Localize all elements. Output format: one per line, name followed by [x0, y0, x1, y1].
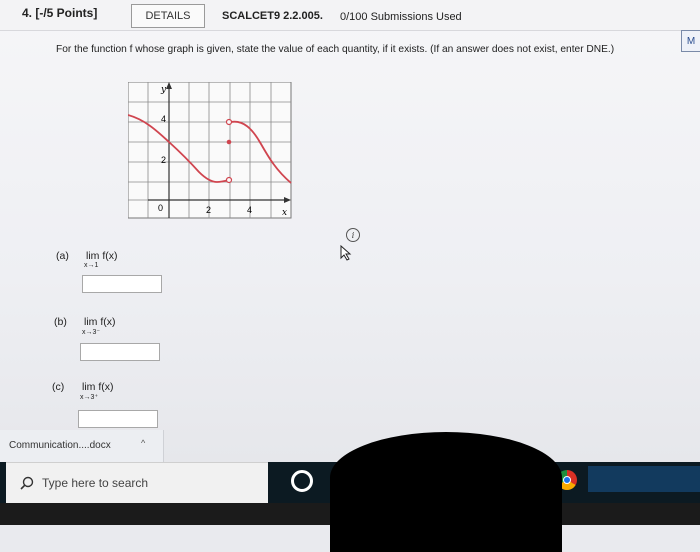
open-point-upper: [225, 118, 233, 126]
part-b-label: (b): [54, 316, 67, 328]
part-b-limit: lim f(x): [84, 316, 116, 328]
x-axis-label: x: [282, 208, 287, 218]
part-b-subscript: x→3⁻: [82, 329, 101, 336]
answer-input-a[interactable]: [82, 275, 162, 293]
filled-point: [226, 139, 232, 145]
finger-obstruction: [330, 432, 562, 552]
taskbar-search[interactable]: Type here to search: [6, 462, 268, 503]
y-tick-4: 4: [161, 114, 166, 124]
part-c-subscript: x→3⁺: [80, 394, 99, 401]
part-c: (c) lim f(x) x→3⁺: [52, 381, 172, 401]
download-file-name: Communication....docx: [9, 440, 111, 451]
x-tick-4: 4: [247, 205, 252, 215]
open-point-lower: [225, 176, 233, 184]
part-a-subscript: x→1: [84, 262, 99, 269]
origin-label: 0: [158, 203, 163, 213]
search-placeholder: Type here to search: [42, 476, 149, 490]
part-a: (a) lim f(x) x→1: [56, 250, 176, 270]
question-header: 4. [-/5 Points] DETAILS SCALCET9 2.2.005…: [0, 0, 700, 31]
taskbar-pinned-area: [588, 466, 700, 492]
details-button[interactable]: DETAILS: [131, 4, 205, 28]
side-menu-button[interactable]: M: [681, 30, 700, 52]
cortana-icon[interactable]: [291, 470, 313, 492]
part-a-limit: lim f(x): [86, 250, 118, 262]
course-code: SCALCET9 2.2.005.: [222, 10, 323, 22]
chevron-up-icon[interactable]: ^: [141, 438, 145, 448]
download-bar-item[interactable]: Communication....docx ^: [0, 430, 164, 462]
x-tick-2: 2: [206, 205, 211, 215]
part-c-label: (c): [52, 381, 65, 393]
part-a-label: (a): [56, 250, 69, 262]
part-b: (b) lim f(x) x→3⁻: [54, 316, 174, 336]
mouse-cursor-icon: [340, 245, 352, 261]
y-axis-label: y: [160, 85, 167, 95]
question-number: 4. [-/5 Points]: [22, 6, 98, 20]
browser-page: 4. [-/5 Points] DETAILS SCALCET9 2.2.005…: [0, 0, 700, 462]
answer-input-c[interactable]: [78, 410, 158, 428]
part-c-limit: lim f(x): [82, 381, 114, 393]
info-icon[interactable]: i: [346, 228, 360, 242]
answer-input-b[interactable]: [80, 343, 160, 361]
question-prompt: For the function f whose graph is given,…: [56, 44, 615, 55]
y-tick-2: 2: [161, 155, 166, 165]
function-graph: y x 0 2 4 2 4: [128, 82, 292, 219]
search-icon: [20, 476, 34, 490]
submissions-count: 0/100 Submissions Used: [340, 11, 462, 23]
